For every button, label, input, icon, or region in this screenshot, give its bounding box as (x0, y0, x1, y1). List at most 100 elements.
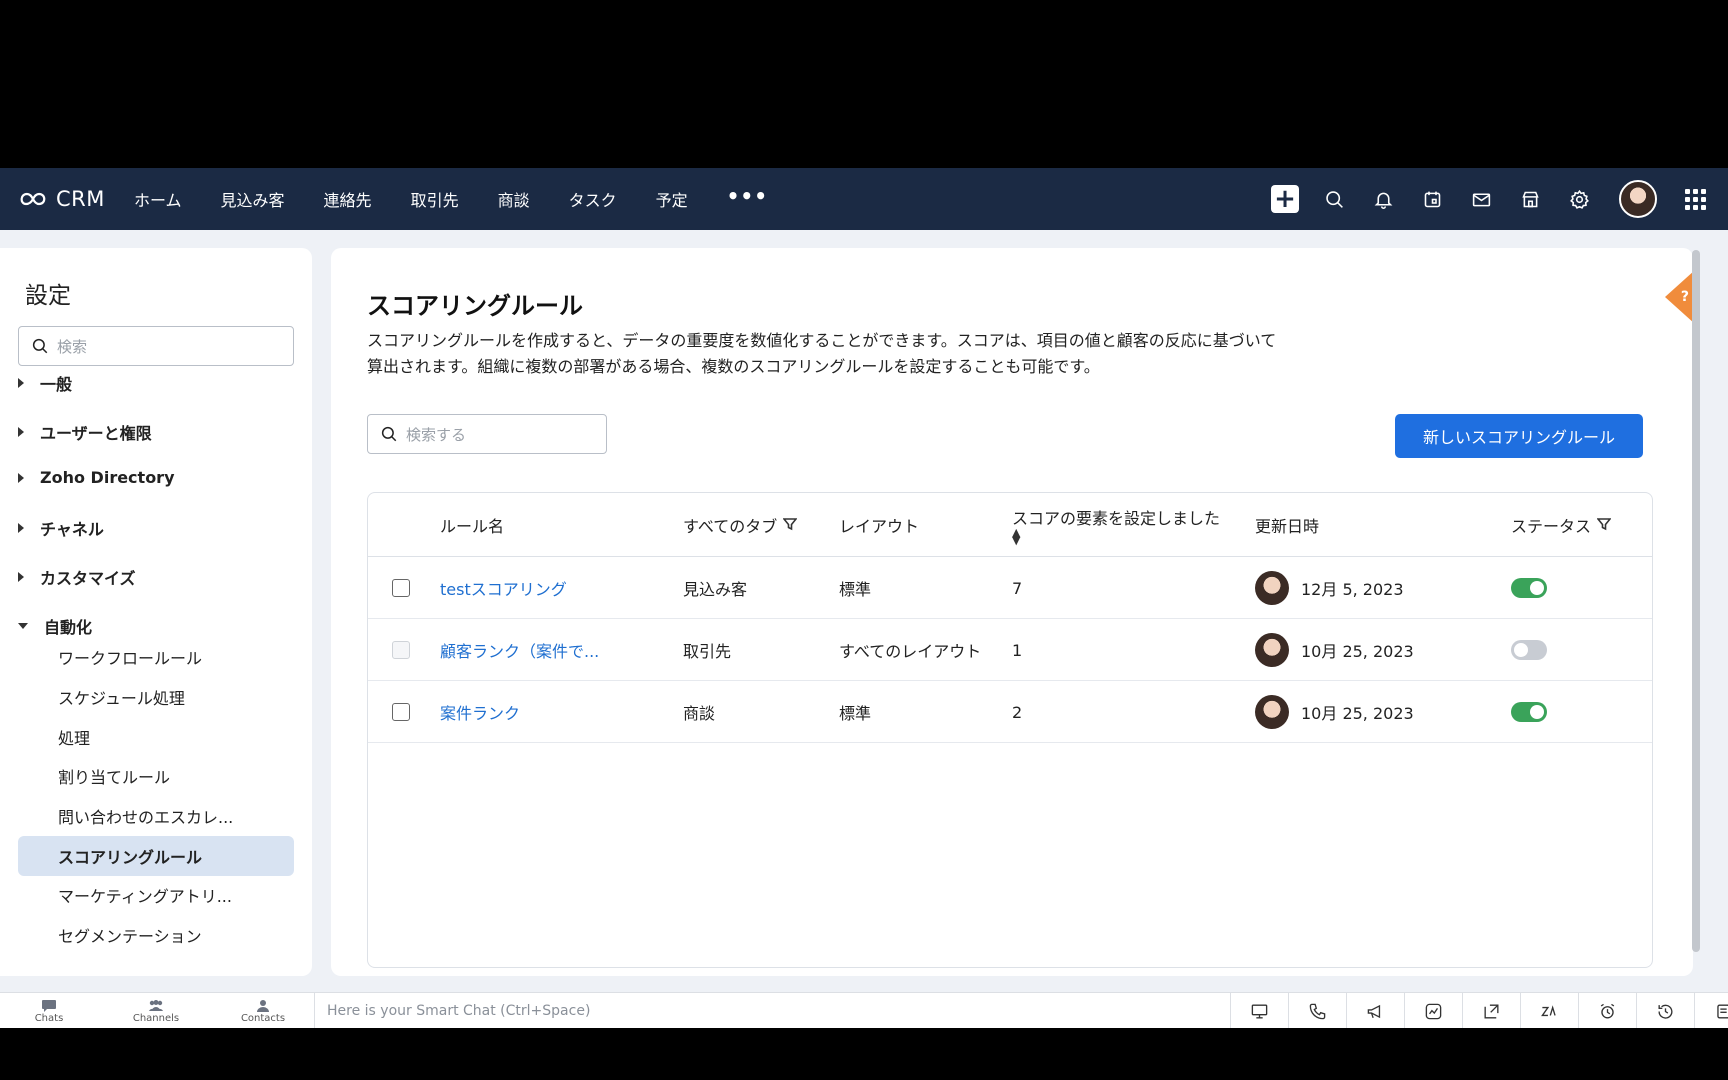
sidebar-section-general[interactable]: 一般 (18, 371, 72, 395)
header-status[interactable]: ステータス (1511, 513, 1612, 537)
gear-icon[interactable] (1564, 184, 1594, 214)
rule-updated: 10月 25, 2023 (1255, 619, 1414, 681)
nav-tab-deals[interactable]: 商談 (498, 187, 530, 211)
header-status-label: ステータス (1511, 517, 1592, 536)
sidebar-section-directory[interactable]: Zoho Directory (18, 468, 175, 487)
rule-name-link[interactable]: 案件ランク (440, 681, 520, 743)
sidebar-item-actions[interactable]: 処理 (18, 717, 294, 757)
brand[interactable]: CRM (18, 187, 134, 211)
analytics-icon[interactable] (1404, 993, 1462, 1028)
sidebar-search-input[interactable]: 検索 (18, 326, 294, 366)
status-toggle[interactable] (1511, 640, 1547, 660)
header-layout[interactable]: レイアウト (839, 513, 919, 537)
page-description: スコアリングルールを作成すると、データの重要度を数値化することができます。スコア… (367, 331, 1277, 376)
table-header: ルール名 すべてのタブ レイアウト スコアの要素を設定しました ▲ ▼ 更新日時 … (368, 493, 1652, 557)
header-tab-label: すべてのタブ (683, 517, 778, 536)
table-row[interactable]: 顧客ランク（案件で... 取引先 すべてのレイアウト 1 10月 25, 202… (368, 619, 1652, 681)
phone-icon[interactable] (1288, 993, 1346, 1028)
alarm-icon[interactable] (1578, 993, 1636, 1028)
nav-tab-contacts[interactable]: 連絡先 (324, 187, 372, 211)
bottom-tab-channels[interactable]: Channels (111, 993, 201, 1028)
caret-right-icon (18, 572, 24, 582)
sidebar-section-automation[interactable]: 自動化 (18, 614, 92, 638)
top-navigation: CRM ホーム 見込み客 連絡先 取引先 商談 タスク 予定 ••• + (0, 168, 1728, 230)
row-checkbox[interactable] (392, 641, 410, 659)
help-icon[interactable]: ? (1665, 270, 1695, 324)
settings-sidebar: 設定 検索 一般 ユーザーと権限 Zoho Directory チャネル カスタ… (0, 248, 312, 976)
smart-chat-input[interactable]: Here is your Smart Chat (Ctrl+Space) (314, 993, 1230, 1028)
sidebar-item-scoring-rules[interactable]: スコアリングルール (18, 836, 294, 876)
caret-right-icon (18, 427, 24, 437)
bottom-tools (1230, 993, 1728, 1028)
header-elements[interactable]: スコアの要素を設定しました ▲ ▼ (1012, 505, 1220, 546)
search-icon[interactable] (1319, 184, 1349, 214)
new-scoring-rule-button[interactable]: 新しいスコアリングルール (1395, 414, 1643, 458)
megaphone-icon[interactable] (1346, 993, 1404, 1028)
filter-icon[interactable] (777, 516, 798, 535)
status-toggle[interactable] (1511, 702, 1547, 722)
header-updated[interactable]: 更新日時 (1255, 513, 1319, 537)
redirect-icon[interactable] (1462, 993, 1520, 1028)
sidebar-title: 設定 (25, 283, 71, 309)
sidebar-section-users[interactable]: ユーザーと権限 (18, 420, 152, 444)
nav-tabs: ホーム 見込み客 連絡先 取引先 商談 タスク 予定 ••• (134, 184, 807, 211)
sort-icon[interactable]: ▲ ▼ (1012, 527, 1020, 546)
rules-search-placeholder: 検索する (406, 425, 467, 444)
mail-icon[interactable] (1466, 184, 1496, 214)
app-grid-icon[interactable] (1685, 188, 1706, 210)
sidebar-item-marketing-attribution[interactable]: マーケティングアトリ... (18, 875, 294, 915)
avatar (1255, 633, 1289, 667)
rules-search-input[interactable]: 検索する (367, 414, 607, 454)
header-tab[interactable]: すべてのタブ (683, 513, 798, 537)
filter-icon[interactable] (1591, 516, 1612, 535)
scoring-rules-table: ルール名 すべてのタブ レイアウト スコアの要素を設定しました ▲ ▼ 更新日時 … (367, 492, 1653, 968)
header-rule-name[interactable]: ルール名 (440, 513, 504, 537)
screen-share-icon[interactable] (1230, 993, 1288, 1028)
sidebar-item-escalation[interactable]: 問い合わせのエスカレ... (18, 796, 294, 836)
nav-tab-accounts[interactable]: 取引先 (411, 187, 459, 211)
main-panel: スコアリングルール スコアリングルールを作成すると、データの重要度を数値化するこ… (331, 248, 1695, 976)
sidebar-section-channels[interactable]: チャネル (18, 516, 104, 540)
rule-elements: 1 (1012, 640, 1023, 660)
rule-updated: 10月 25, 2023 (1255, 681, 1414, 743)
table-row[interactable]: 案件ランク 商談 標準 2 10月 25, 2023 (368, 681, 1652, 743)
bottom-tab-chats[interactable]: Chats (4, 993, 94, 1028)
bell-icon[interactable] (1368, 184, 1398, 214)
row-checkbox[interactable] (392, 579, 410, 597)
nav-tab-meetings[interactable]: 予定 (656, 187, 688, 211)
main-scrollbar[interactable] (1692, 250, 1700, 952)
search-icon (381, 426, 397, 442)
nav-tab-home[interactable]: ホーム (134, 187, 182, 211)
sidebar-item-assignment[interactable]: 割り当てルール (18, 756, 294, 796)
zia-icon[interactable] (1520, 993, 1578, 1028)
table-row[interactable]: testスコアリング 見込み客 標準 7 12月 5, 2023 (368, 557, 1652, 619)
nav-tab-tasks[interactable]: タスク (569, 187, 617, 211)
bottom-tab-contacts[interactable]: Contacts (218, 993, 308, 1028)
nav-actions: + (1271, 168, 1728, 230)
sidebar-search-placeholder: 検索 (57, 337, 88, 356)
calendar-icon[interactable] (1417, 184, 1447, 214)
notes-icon[interactable] (1694, 993, 1728, 1028)
nav-tab-leads[interactable]: 見込み客 (221, 187, 285, 211)
avatar (1255, 695, 1289, 729)
chat-icon (42, 999, 56, 1012)
rule-updated: 12月 5, 2023 (1255, 557, 1404, 619)
status-toggle[interactable] (1511, 578, 1547, 598)
marketplace-icon[interactable] (1515, 184, 1545, 214)
search-icon (32, 338, 48, 354)
page-title: スコアリングルール (367, 292, 583, 320)
sidebar-item-schedules[interactable]: スケジュール処理 (18, 677, 294, 717)
row-checkbox[interactable] (392, 703, 410, 721)
channels-icon (149, 999, 163, 1011)
sidebar-item-workflow[interactable]: ワークフロールール (18, 637, 294, 677)
crm-logo-icon (20, 192, 46, 206)
create-plus-icon[interactable]: + (1271, 184, 1299, 214)
nav-more-icon[interactable]: ••• (727, 184, 768, 208)
rule-name-link[interactable]: testスコアリング (440, 557, 567, 619)
user-avatar[interactable] (1619, 180, 1657, 218)
history-icon[interactable] (1636, 993, 1694, 1028)
caret-down-icon (18, 623, 28, 629)
sidebar-item-segmentation[interactable]: セグメンテーション (18, 915, 294, 955)
rule-name-link[interactable]: 顧客ランク（案件で... (440, 619, 599, 681)
sidebar-section-customize[interactable]: カスタマイズ (18, 565, 136, 589)
